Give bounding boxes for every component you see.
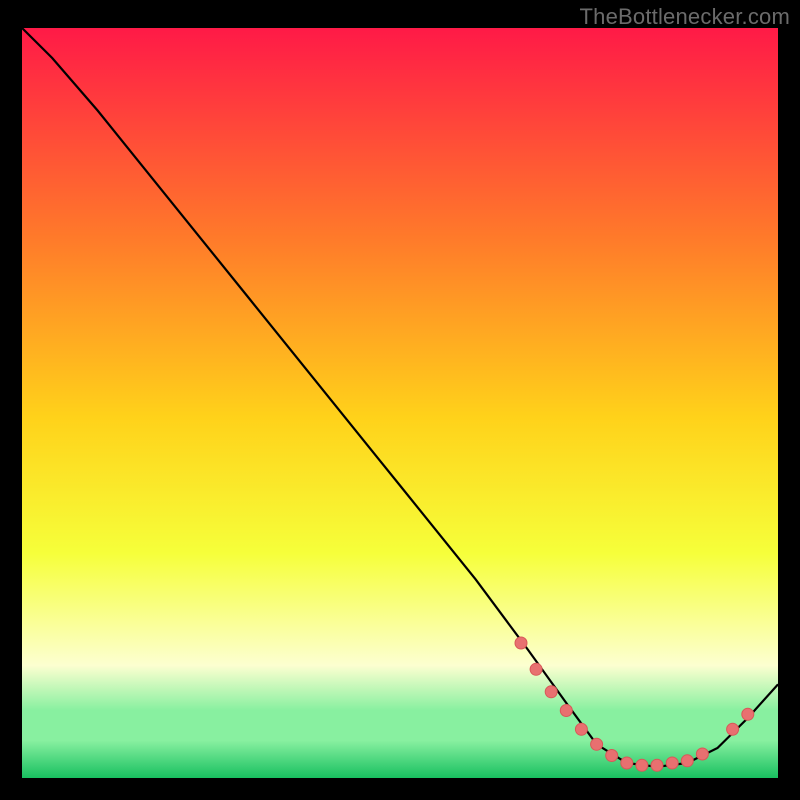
gradient-plot (22, 28, 778, 778)
highlight-dot (606, 750, 618, 762)
highlight-dot (681, 755, 693, 767)
chart-svg (22, 28, 778, 778)
highlight-dot (651, 759, 663, 771)
highlight-dot (545, 686, 557, 698)
attribution-text: TheBottlenecker.com (580, 4, 790, 30)
highlight-dot (742, 708, 754, 720)
highlight-dot (530, 663, 542, 675)
highlight-dot (591, 738, 603, 750)
highlight-dot (560, 705, 572, 717)
highlight-dot (666, 757, 678, 769)
highlight-dot (636, 759, 648, 771)
chart-frame: TheBottlenecker.com (0, 0, 800, 800)
highlight-dot (515, 637, 527, 649)
highlight-dot (575, 723, 587, 735)
gradient-background (22, 28, 778, 778)
highlight-dot (696, 748, 708, 760)
highlight-dot (727, 723, 739, 735)
highlight-dot (621, 757, 633, 769)
